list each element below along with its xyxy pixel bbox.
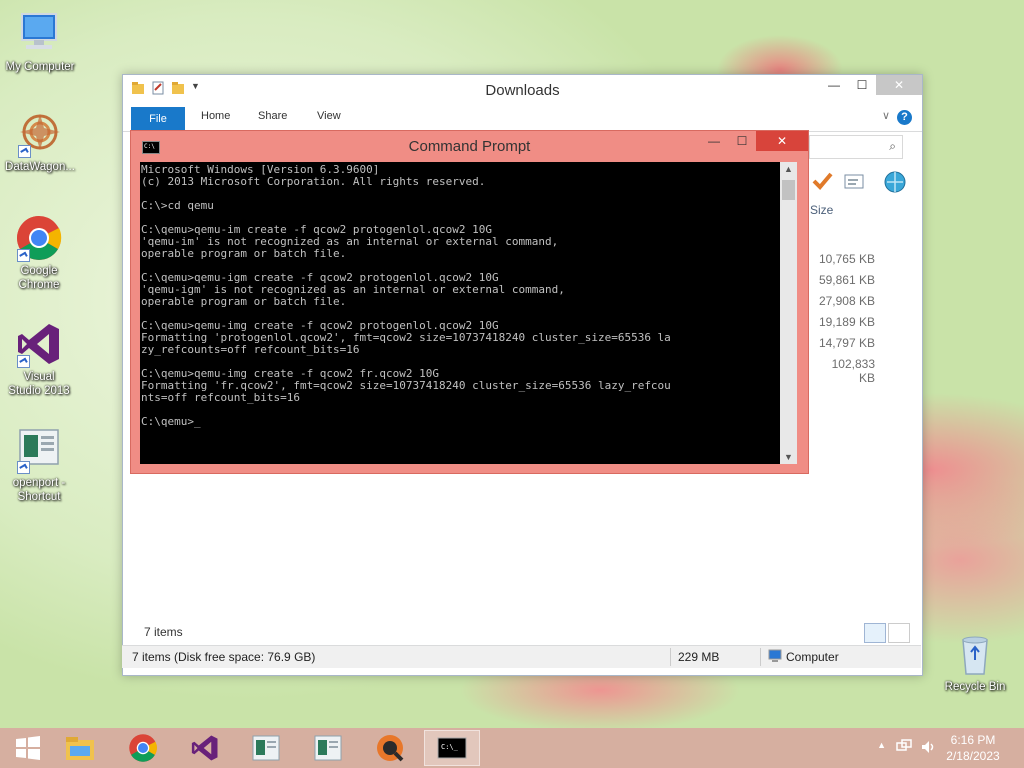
details-pane-icon[interactable]: [843, 170, 865, 195]
show-hidden-icons-icon[interactable]: ▲: [877, 740, 886, 750]
item-count: 7 items: [144, 625, 183, 639]
shortcut-arrow-icon: [17, 461, 30, 474]
explorer-window-controls: — ☐ ✕: [820, 75, 922, 95]
desktop-icon-label: Recycle Bin: [944, 681, 1006, 693]
openport-icon: [252, 735, 280, 761]
console-text: Microsoft Windows [Version 6.3.9600] (c)…: [141, 163, 671, 428]
vertical-scrollbar[interactable]: ▲ ▼: [780, 162, 797, 464]
computer-icon: [768, 649, 782, 666]
taskbar: C:\_ ▲ 6:16 PM 2/18/2023: [0, 728, 1024, 768]
desktop-icon-label: Visual Studio 2013: [8, 371, 70, 397]
desktop-icon-label: My Computer: [5, 61, 75, 73]
view-toggle: [864, 623, 910, 643]
datawagon-icon: [16, 110, 64, 158]
desktop-icon-recycle-bin[interactable]: Recycle Bin: [935, 630, 1015, 694]
maximize-button[interactable]: ☐: [848, 75, 876, 95]
taskbar-qemu[interactable]: [362, 730, 418, 766]
shortcut-arrow-icon: [17, 355, 30, 368]
taskbar-file-explorer[interactable]: [52, 730, 108, 766]
network-icon[interactable]: [896, 739, 912, 758]
taskbar-visual-studio[interactable]: [177, 730, 233, 766]
scrollbar-thumb[interactable]: [782, 180, 795, 200]
svg-text:C:\_: C:\_: [441, 743, 459, 751]
taskbar-command-prompt[interactable]: C:\_: [424, 730, 480, 766]
search-icon: ⌕: [889, 139, 896, 153]
status-disk-free: 7 items (Disk free space: 76.9 GB): [132, 650, 316, 664]
computer-icon: [16, 10, 64, 58]
status-size: 229 MB: [678, 650, 720, 664]
help-icon[interactable]: ?: [897, 110, 912, 125]
scroll-down-arrow-icon[interactable]: ▼: [780, 452, 797, 462]
network-globe-icon[interactable]: [883, 170, 907, 197]
close-button[interactable]: ✕: [756, 131, 808, 151]
recycle-bin-icon: [951, 630, 999, 678]
explorer-status-bar: 7 items (Disk free space: 76.9 GB) 229 M…: [122, 645, 921, 668]
cmd-window-controls: — ☐ ✕: [700, 131, 808, 151]
volume-icon[interactable]: [920, 739, 936, 758]
command-prompt-icon: C:\_: [437, 737, 467, 759]
desktop-icon-label: DataWagon...: [5, 161, 75, 173]
chrome-icon: [15, 214, 63, 262]
scroll-up-arrow-icon[interactable]: ▲: [780, 164, 797, 174]
ribbon-expand-chevron-icon[interactable]: ∨: [882, 109, 890, 122]
taskbar-chrome[interactable]: [115, 730, 171, 766]
start-button[interactable]: [0, 730, 56, 766]
ribbon-tabs: File Home Share View ∨ ?: [123, 105, 922, 132]
cmd-titlebar[interactable]: C:\ Command Prompt — ☐ ✕: [131, 131, 808, 161]
desktop-icon-chrome[interactable]: Google Chrome: [0, 214, 79, 292]
taskbar-clock[interactable]: 6:16 PM 2/18/2023: [938, 732, 1008, 764]
console-output-area[interactable]: Microsoft Windows [Version 6.3.9600] (c)…: [140, 162, 780, 464]
file-size-cell: 102,833 KB: [831, 357, 875, 385]
maximize-button[interactable]: ☐: [728, 131, 756, 151]
clock-time: 6:16 PM: [950, 733, 996, 747]
command-prompt-window[interactable]: C:\ Command Prompt — ☐ ✕ Microsoft Windo…: [130, 130, 809, 474]
details-view-icon[interactable]: [864, 623, 886, 643]
desktop-icon-my-computer[interactable]: My Computer: [0, 10, 80, 74]
chrome-icon: [129, 734, 157, 762]
file-size-cell: 14,797 KB: [818, 336, 875, 350]
tab-file[interactable]: File: [131, 107, 185, 131]
openport-icon: [15, 426, 63, 474]
checkmark-icon[interactable]: [811, 170, 833, 195]
large-icons-view-icon[interactable]: [888, 623, 910, 643]
search-box[interactable]: ⌕: [809, 135, 903, 159]
window-title: Downloads: [485, 82, 560, 99]
close-button[interactable]: ✕: [876, 75, 922, 95]
file-explorer-icon: [66, 737, 94, 760]
tab-share[interactable]: Share: [258, 110, 287, 122]
minimize-button[interactable]: —: [700, 131, 728, 151]
file-size-cell: 27,908 KB: [818, 294, 875, 308]
desktop-icon-visual-studio[interactable]: Visual Studio 2013: [0, 320, 79, 398]
tab-view[interactable]: View: [317, 110, 341, 122]
desktop-icon-openport[interactable]: openport - Shortcut: [0, 426, 79, 504]
visual-studio-icon: [15, 320, 63, 368]
desktop-icon-label: Google Chrome: [18, 265, 60, 291]
desktop-icon-label: openport - Shortcut: [12, 477, 66, 503]
start-icon: [16, 736, 40, 760]
file-size-cell: 19,189 KB: [818, 315, 875, 329]
taskbar-openport-1[interactable]: [238, 730, 294, 766]
minimize-button[interactable]: —: [820, 75, 848, 95]
file-size-cell: 10,765 KB: [818, 252, 875, 266]
desktop-icon-datawagon[interactable]: DataWagon...: [0, 110, 80, 174]
qemu-icon: [377, 735, 404, 762]
file-size-cell: 59,861 KB: [818, 273, 875, 287]
visual-studio-icon: [191, 735, 218, 761]
shortcut-arrow-icon: [18, 145, 31, 158]
taskbar-openport-2[interactable]: [300, 730, 356, 766]
shortcut-arrow-icon: [17, 249, 30, 262]
openport-icon: [314, 735, 342, 761]
column-header-size[interactable]: Size: [810, 203, 833, 217]
tab-home[interactable]: Home: [201, 110, 230, 122]
explorer-titlebar[interactable]: ▼ Downloads — ☐ ✕: [123, 75, 922, 105]
status-location: Computer: [786, 650, 839, 664]
clock-date: 2/18/2023: [946, 749, 1000, 763]
